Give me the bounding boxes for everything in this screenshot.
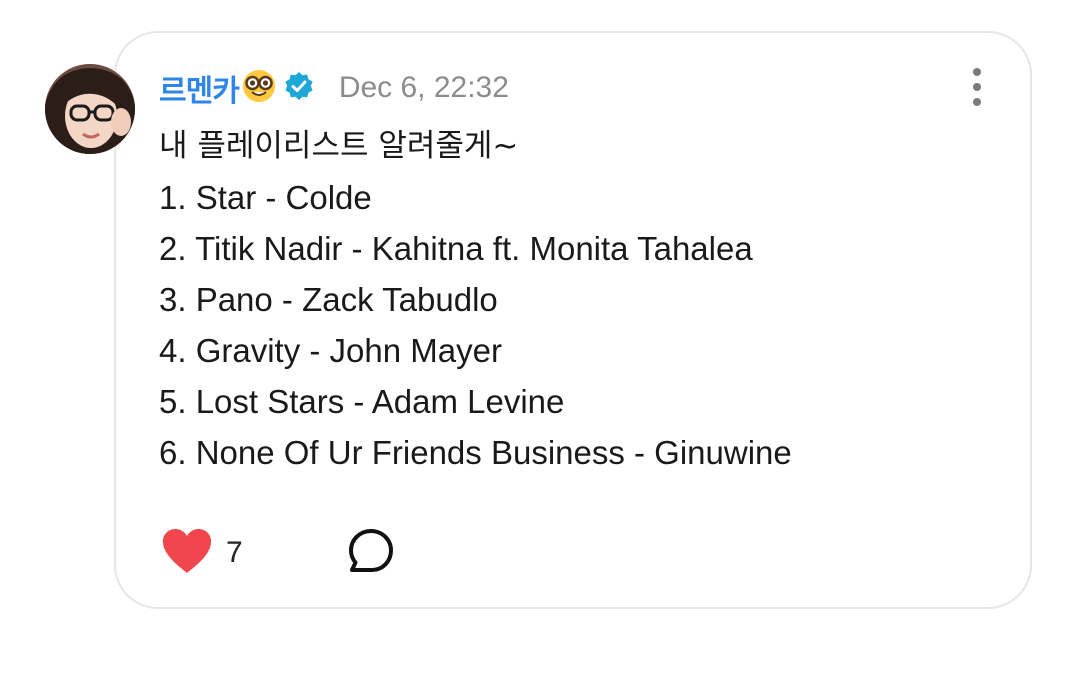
speech-bubble-icon: [347, 527, 395, 580]
post-body: 내 플레이리스트 알려줄게~ 1. Star - Colde 2. Titik …: [159, 121, 1019, 478]
more-dot: [973, 83, 981, 91]
timestamp: Dec 6, 22:32: [338, 71, 509, 104]
playlist-item: 2. Titik Nadir - Kahitna ft. Monita Taha…: [159, 230, 753, 267]
like-count: 7: [226, 536, 243, 569]
verified-badge-icon: [283, 70, 315, 107]
username[interactable]: 르멘카: [159, 66, 240, 110]
reply-button[interactable]: [347, 527, 395, 580]
more-dot: [973, 98, 981, 106]
nerd-face-icon: [241, 68, 277, 109]
more-vertical-icon[interactable]: [962, 68, 992, 106]
more-dot: [973, 68, 981, 76]
playlist-item: 3. Pano - Zack Tabudlo: [159, 281, 498, 318]
post-intro-line: 내 플레이리스트 알려줄게~: [159, 128, 519, 164]
playlist-item: 5. Lost Stars - Adam Levine: [159, 383, 565, 420]
playlist-item: 1. Star - Colde: [159, 179, 372, 216]
avatar[interactable]: [45, 64, 135, 154]
like-button[interactable]: 7: [160, 527, 243, 580]
playlist-item: 6. None Of Ur Friends Business - Ginuwin…: [159, 434, 792, 471]
playlist-item: 4. Gravity - John Mayer: [159, 332, 502, 369]
avatar-photo: [45, 64, 135, 154]
heart-icon: [160, 527, 214, 580]
post-actions: 7: [160, 526, 395, 580]
post-header: 르멘카 Dec 6, 22:32: [159, 66, 509, 110]
